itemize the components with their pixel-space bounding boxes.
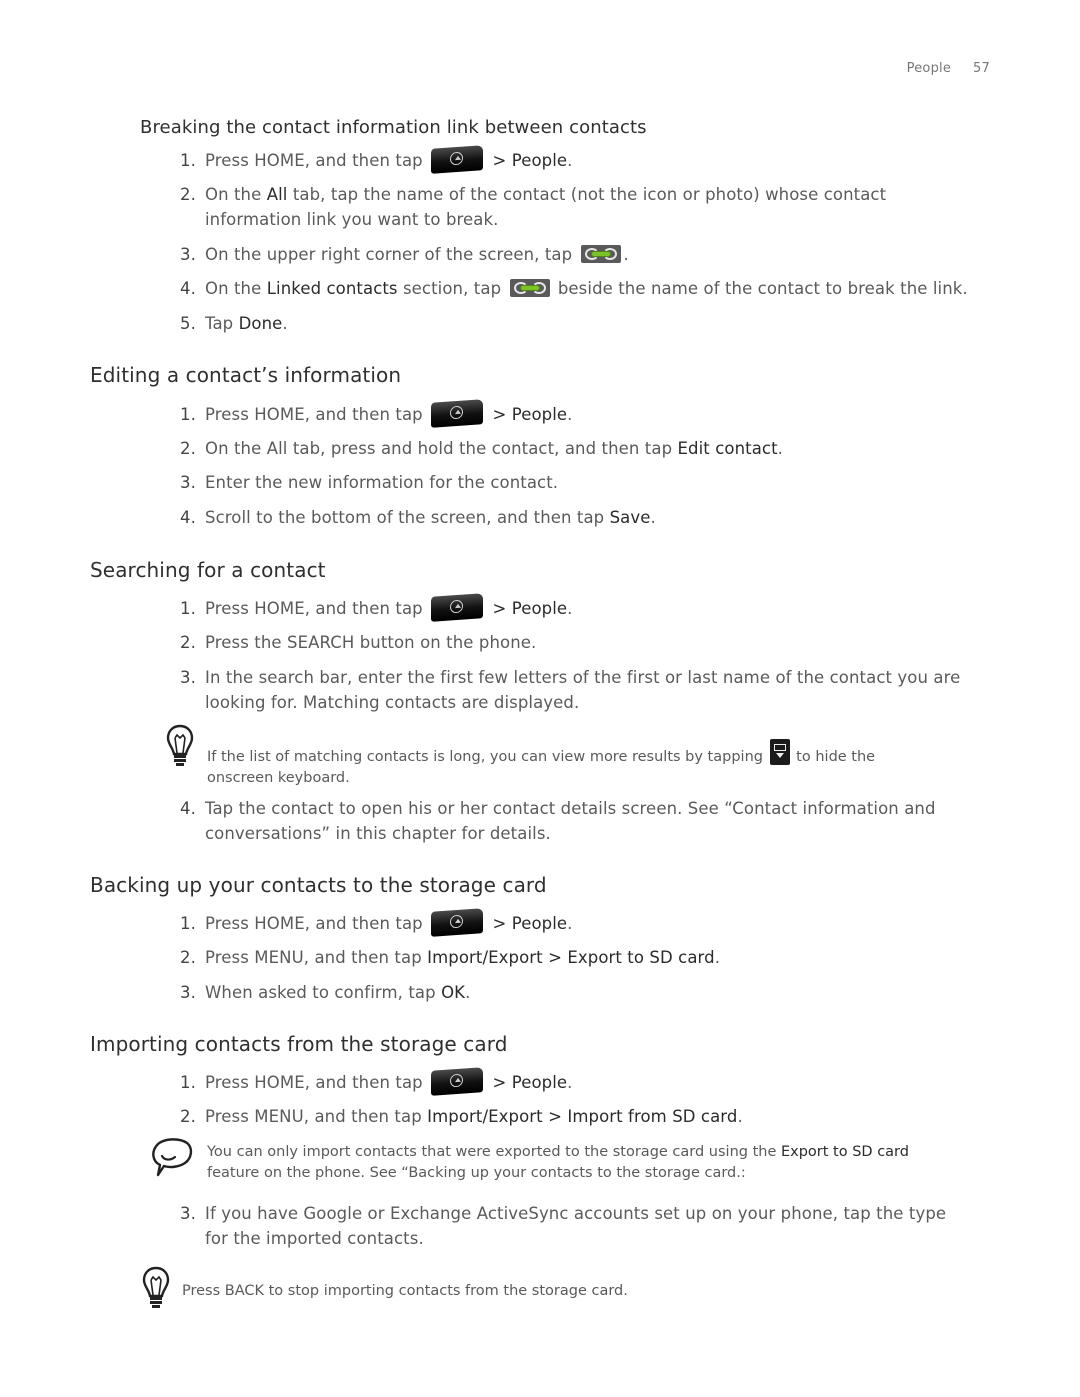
- all-apps-icon: [431, 145, 484, 174]
- hide-keyboard-icon: [769, 739, 790, 765]
- list-item: 3. On the upper right corner of the scree…: [180, 245, 629, 264]
- section-title-backing-up: Backing up your contacts to the storage …: [90, 873, 547, 897]
- list-item: 3. When asked to confirm, tap OK.: [180, 983, 471, 1002]
- header-section: People: [906, 61, 952, 76]
- all-apps-icon: [431, 1067, 484, 1096]
- link-icon: [509, 279, 550, 297]
- list-item: 4. Tap the contact to open his or her con…: [180, 799, 936, 843]
- list-item: 2. Press the SEARCH button on the phone.: [180, 633, 537, 652]
- list-item: 1. Press HOME, and then tap > People.: [180, 399, 1000, 428]
- list-item: 3. In the search bar, enter the first few…: [180, 668, 961, 712]
- section-title-searching: Searching for a contact: [90, 558, 326, 582]
- link-icon: [580, 245, 621, 263]
- list-item: 2. Press MENU, and then tap Import/Export…: [180, 1107, 743, 1126]
- all-apps-icon: [431, 908, 484, 937]
- list-item: 1. Press HOME, and then tap > People.: [180, 593, 1000, 622]
- list-item: 5. Tap Done.: [180, 314, 288, 333]
- section-title-importing: Importing contacts from the storage card: [90, 1032, 508, 1056]
- list-item: 4. Scroll to the bottom of the screen, an…: [180, 508, 656, 527]
- list-item: 1. Press HOME, and then tap > People.: [180, 1067, 1000, 1096]
- tip-text: If the list of matching contacts is long…: [207, 739, 997, 789]
- list-item: 4. On the Linked contacts section, tap be…: [180, 279, 968, 298]
- note-text: You can only import contacts that were e…: [207, 1144, 909, 1181]
- list-item: 3. Enter the new information for the cont…: [180, 473, 559, 492]
- section-title-breaking-link: Breaking the contact information link be…: [140, 117, 647, 138]
- all-apps-icon: [431, 593, 484, 622]
- list-item: 3. If you have Google or Exchange ActiveS…: [180, 1204, 947, 1248]
- list-item: 2. Press MENU, and then tap Import/Export…: [180, 948, 721, 967]
- speech-bubble-note-icon: [152, 1138, 193, 1177]
- list-item: 2. On the All tab, press and hold the con…: [180, 439, 784, 458]
- list-item: 1. Press HOME, and then tap > People.: [180, 145, 1000, 174]
- lightbulb-tip-icon: [166, 724, 194, 766]
- running-header: People 57: [907, 61, 990, 76]
- page-number: 57: [973, 61, 990, 76]
- list-item: 2. On the All tab, tap the name of the co…: [180, 185, 887, 229]
- lightbulb-tip-icon: [142, 1266, 170, 1308]
- list-item: 1. Press HOME, and then tap > People.: [180, 908, 1000, 937]
- tip-text: Press BACK to stop importing contacts fr…: [182, 1283, 628, 1299]
- section-title-editing: Editing a contact’s information: [90, 363, 402, 387]
- all-apps-icon: [431, 399, 484, 428]
